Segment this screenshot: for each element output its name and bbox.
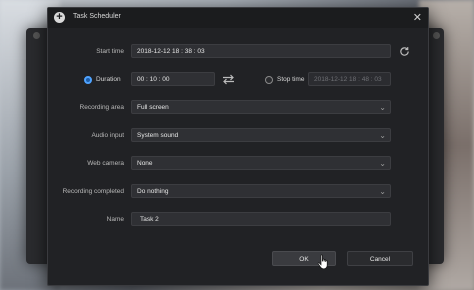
swap-icon[interactable] [222,74,235,88]
name-label: Name [106,216,124,223]
start-time-label: Start time [96,48,124,55]
hand-cursor-icon [317,254,328,270]
refresh-icon[interactable] [399,46,410,60]
audio-input-value: System sound [137,132,179,139]
recording-completed-label: Recording completed [62,188,124,195]
stop-time-field[interactable]: 2018-12-12 18 : 48 : 03 [308,72,391,86]
web-camera-value: None [137,160,153,167]
duration-label: Duration [96,76,121,83]
recording-area-value: Full screen [137,104,169,111]
close-icon[interactable]: ✕ [413,11,422,24]
dialog-titlebar: + Task Scheduler ✕ [48,8,428,28]
task-scheduler-dialog: + Task Scheduler ✕ Start time 2018-12-12… [47,7,429,286]
chevron-down-icon: ⌄ [379,131,386,140]
duration-radio[interactable] [84,76,92,84]
start-time-field[interactable]: 2018-12-12 18 : 38 : 03 [131,44,391,58]
chevron-down-icon: ⌄ [379,103,386,112]
recording-completed-select[interactable]: Do nothing ⌄ [131,184,391,198]
name-input[interactable]: Task 2 [131,212,391,226]
recording-completed-value: Do nothing [137,188,169,195]
web-camera-select[interactable]: None ⌄ [131,156,391,170]
duration-field[interactable]: 00 : 10 : 00 [131,72,215,86]
cancel-button[interactable]: Cancel [347,251,413,266]
background-window-dot [33,32,40,39]
audio-input-select[interactable]: System sound ⌄ [131,128,391,142]
stop-time-label: Stop time [277,76,305,83]
audio-input-label: Audio input [91,132,124,139]
dialog-title: Task Scheduler [73,13,121,20]
web-camera-label: Web camera [87,160,124,167]
recording-area-select[interactable]: Full screen ⌄ [131,100,391,114]
recording-area-label: Recording area [79,104,124,111]
background-window-dot [433,32,440,39]
chevron-down-icon: ⌄ [379,159,386,168]
chevron-down-icon: ⌄ [379,187,386,196]
stop-time-radio[interactable] [265,76,273,84]
plus-icon: + [54,12,65,23]
